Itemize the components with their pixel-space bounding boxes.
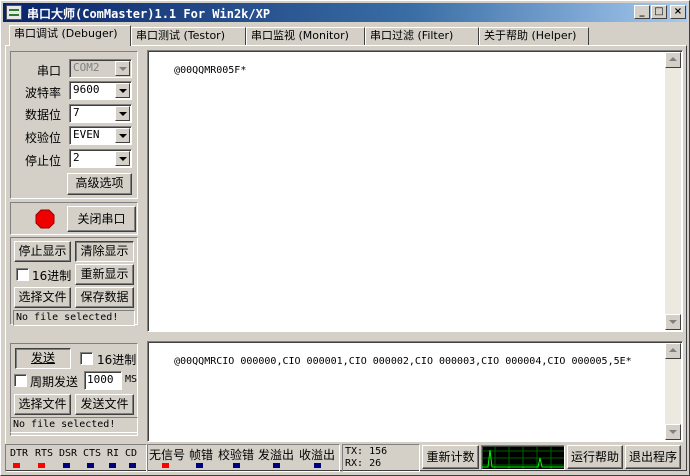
scroll-down-icon[interactable]	[665, 424, 681, 440]
settings-group: 串口 COM2 波特率 9600 数据位 7 校验位 EVEN 停止位 2 高级…	[10, 51, 138, 199]
no-signal-label: 无信号	[149, 448, 186, 462]
stop-display-button[interactable]: 停止显示	[14, 241, 71, 262]
tab-testor[interactable]: 串口测试 (Testor)	[131, 27, 246, 45]
send-controls-group: 发送 16进制 周期发送 1000 MS 选择文件 发送文件 No file s…	[10, 343, 138, 436]
scroll-up-icon[interactable]	[665, 343, 681, 359]
signal-dsr-label: DSR	[59, 448, 78, 459]
close-port-button[interactable]: 关闭串口	[67, 206, 136, 232]
baud-label: 波特率	[25, 86, 62, 100]
parity-error-led-icon	[233, 463, 240, 468]
signal-ri-label: RI	[107, 448, 120, 459]
tx-counter: TX: 156	[345, 446, 388, 457]
error-status-panel: 无信号 帧错 校验错 发溢出 收溢出	[147, 444, 340, 472]
baud-select[interactable]: 9600	[69, 81, 132, 100]
minimize-button[interactable]: _	[634, 5, 650, 19]
chevron-down-icon[interactable]	[115, 106, 130, 121]
period-input[interactable]: 1000	[84, 371, 122, 390]
receive-scrollbar[interactable]	[665, 52, 681, 330]
periodic-send-label: 周期发送	[30, 375, 79, 389]
port-status-icon	[35, 209, 55, 229]
send-file-status: No file selected!	[10, 417, 138, 433]
send-hex-label: 16进制	[97, 353, 137, 367]
frame-error-led-icon	[196, 463, 203, 468]
stopbits-label: 停止位	[25, 154, 62, 168]
send-overflow-label: 发溢出	[258, 448, 295, 462]
close-button[interactable]: ×	[670, 5, 686, 19]
chevron-down-icon[interactable]	[115, 128, 130, 143]
dsr-led-icon	[63, 463, 70, 468]
receive-text-area[interactable]: @00QQMR005F*	[147, 50, 683, 332]
send-overflow-led-icon	[273, 463, 280, 468]
scroll-down-icon[interactable]	[665, 314, 681, 330]
counter-panel: TX: 156 RX: 26	[342, 444, 420, 472]
rts-led-icon	[38, 463, 45, 468]
chevron-down-icon	[115, 61, 130, 76]
redisplay-button[interactable]: 重新显示	[75, 264, 134, 285]
cts-led-icon	[87, 463, 94, 468]
port-control-group: 关闭串口	[10, 202, 138, 235]
save-data-button[interactable]: 保存数据	[75, 287, 134, 308]
frame-error-label: 帧错	[189, 448, 214, 462]
dtr-led-icon	[13, 463, 20, 468]
tab-filter[interactable]: 串口过滤 (Filter)	[365, 27, 479, 45]
signal-rts-label: RTS	[35, 448, 54, 459]
receive-text: @00QQMR005F*	[174, 65, 247, 76]
stopbits-select[interactable]: 2	[69, 149, 132, 168]
chevron-down-icon[interactable]	[115, 83, 130, 98]
receive-select-file-button[interactable]: 选择文件	[14, 287, 71, 308]
receive-hex-label: 16进制	[32, 269, 72, 283]
chevron-down-icon[interactable]	[115, 151, 130, 166]
send-text: @00QQMRCIO 000000,CIO 000001,CIO 000002,…	[174, 356, 632, 367]
reset-counter-button[interactable]: 重新计数	[422, 445, 479, 469]
signal-cts-label: CTS	[83, 448, 102, 459]
signal-cd-label: CD	[125, 448, 138, 459]
send-scrollbar[interactable]	[665, 343, 681, 440]
help-button[interactable]: 运行帮助	[567, 445, 623, 469]
maximize-button[interactable]: □	[651, 5, 667, 19]
receive-hex-checkbox[interactable]	[16, 268, 29, 281]
parity-select[interactable]: EVEN	[69, 126, 132, 145]
window-title: 串口大师(ComMaster)1.1 For Win2k/XP	[27, 7, 271, 21]
receive-controls-group: 停止显示 清除显示 16进制 重新显示 选择文件 保存数据 No file se…	[10, 237, 138, 326]
databits-label: 数据位	[25, 108, 62, 122]
port-select: COM2	[69, 59, 132, 78]
receive-overflow-label: 收溢出	[299, 448, 336, 462]
advanced-options-button[interactable]: 高级选项	[67, 173, 132, 195]
app-icon	[6, 5, 22, 20]
traffic-graph	[481, 445, 565, 470]
send-button[interactable]: 发送	[15, 348, 71, 369]
parity-error-label: 校验错	[218, 448, 255, 462]
traffic-graph-icon	[482, 446, 564, 469]
databits-select[interactable]: 7	[69, 104, 132, 123]
send-text-area[interactable]: @00QQMRCIO 000000,CIO 000001,CIO 000002,…	[147, 341, 683, 442]
signal-lines-panel: DTR RTS DSR CTS RI CD	[5, 444, 147, 472]
tab-monitor[interactable]: 串口监视 (Monitor)	[246, 27, 365, 45]
clear-display-button[interactable]: 清除显示	[75, 241, 134, 262]
no-signal-led-icon	[162, 463, 169, 468]
exit-button[interactable]: 退出程序	[625, 445, 681, 469]
receive-overflow-led-icon	[314, 463, 321, 468]
parity-label: 校验位	[25, 131, 62, 145]
cd-led-icon	[129, 463, 136, 468]
send-hex-checkbox[interactable]	[80, 352, 93, 365]
tab-helper[interactable]: 关于帮助 (Helper)	[479, 27, 589, 45]
port-label: 串口	[37, 64, 62, 78]
main-window: 串口大师(ComMaster)1.1 For Win2k/XP _ □ × 串口…	[0, 0, 690, 476]
rx-counter: RX: 26	[345, 458, 382, 469]
send-file-button[interactable]: 发送文件	[75, 394, 134, 415]
receive-file-status: No file selected!	[13, 310, 135, 326]
tab-debuger[interactable]: 串口调试 (Debuger)	[9, 25, 131, 46]
ri-led-icon	[109, 463, 116, 468]
title-bar: 串口大师(ComMaster)1.1 For Win2k/XP _ □ ×	[3, 3, 687, 22]
periodic-send-checkbox[interactable]	[14, 374, 27, 387]
signal-dtr-label: DTR	[10, 448, 29, 459]
period-unit-label: MS	[125, 374, 138, 385]
send-select-file-button[interactable]: 选择文件	[14, 394, 71, 415]
scroll-up-icon[interactable]	[665, 52, 681, 68]
